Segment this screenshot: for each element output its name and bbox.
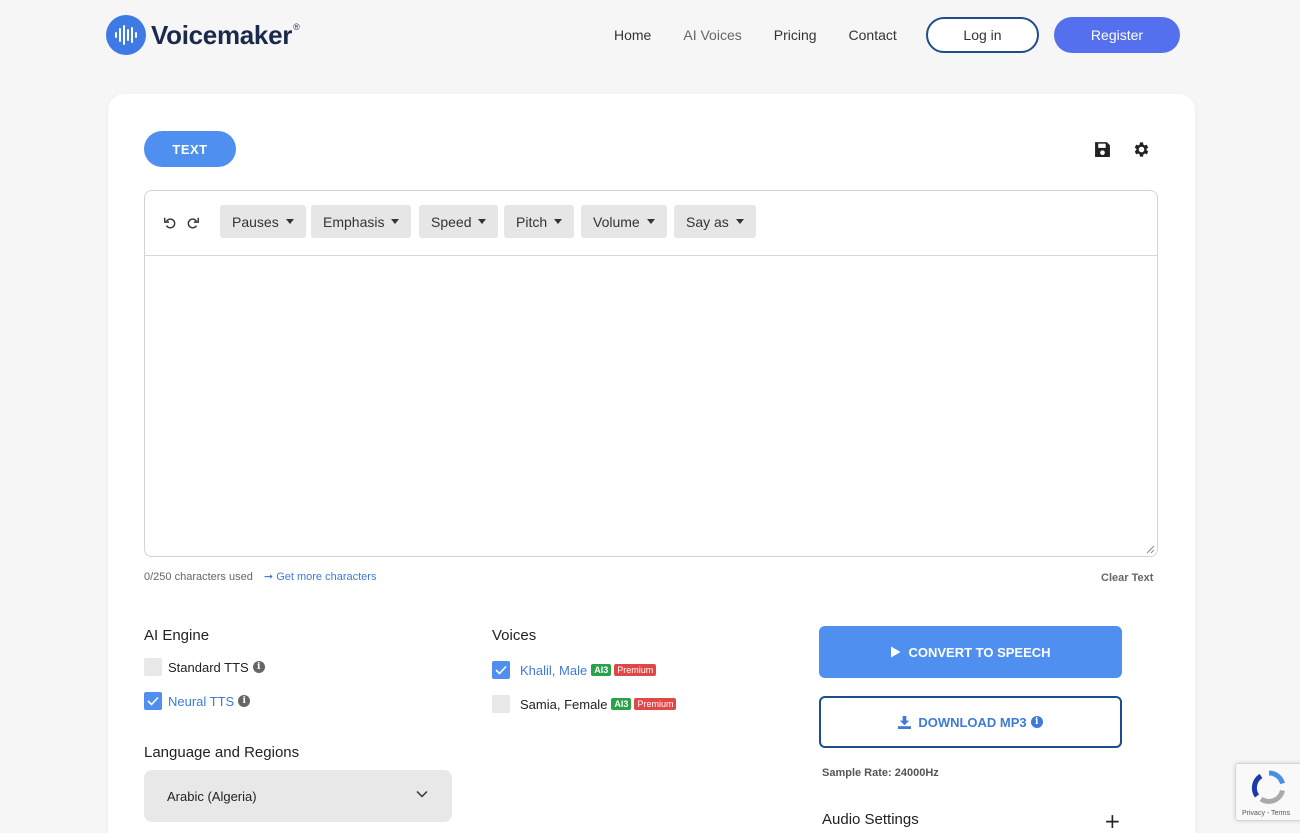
registered-mark: ® — [293, 22, 300, 32]
redo-icon[interactable] — [185, 215, 201, 231]
standard-tts-checkbox[interactable] — [144, 658, 162, 676]
voice-name: Samia, Female — [520, 696, 608, 712]
ssml-toolbar: Pauses Emphasis Speed Pitch Volume Say a… — [145, 191, 1157, 256]
neural-tts-checkbox[interactable] — [144, 692, 162, 710]
pauses-dropdown[interactable]: Pauses — [220, 205, 306, 238]
chevron-down-icon — [416, 790, 428, 798]
convert-label: CONVERT TO SPEECH — [908, 644, 1051, 660]
caret-down-icon — [554, 219, 563, 224]
say-as-label: Say as — [686, 213, 729, 230]
pitch-label: Pitch — [516, 213, 548, 230]
nav-home[interactable]: Home — [614, 27, 651, 43]
pitch-dropdown[interactable]: Pitch — [504, 205, 575, 238]
sample-rate-text: Sample Rate: 24000Hz — [822, 767, 939, 779]
brand-logo[interactable]: Voicemaker ® — [106, 15, 300, 55]
recaptcha-badge[interactable]: Privacy - Terms — [1235, 763, 1300, 821]
convert-to-speech-button[interactable]: CONVERT TO SPEECH — [819, 626, 1122, 678]
say-as-dropdown[interactable]: Say as — [674, 205, 756, 238]
caret-down-icon — [285, 219, 294, 224]
caret-down-icon — [735, 219, 744, 224]
login-button[interactable]: Log in — [926, 17, 1039, 53]
emphasis-dropdown[interactable]: Emphasis — [311, 205, 412, 238]
get-more-characters-label: Get more characters — [276, 571, 377, 583]
info-icon[interactable]: i — [1030, 716, 1043, 728]
clear-text-button[interactable]: Clear Text — [1101, 572, 1153, 584]
pauses-label: Pauses — [232, 213, 279, 230]
char-count-text: 0/250 characters used — [144, 571, 253, 583]
caret-down-icon — [646, 219, 655, 224]
play-icon — [891, 646, 901, 658]
recaptcha-icon — [1251, 770, 1285, 804]
volume-dropdown[interactable]: Volume — [581, 205, 667, 238]
checkmark-icon — [495, 665, 507, 675]
voice-option-khalil[interactable]: Khalil, Male AI3 Premium — [492, 661, 657, 679]
info-icon[interactable]: i — [238, 695, 251, 707]
tab-text[interactable]: TEXT — [144, 131, 236, 167]
register-button[interactable]: Register — [1054, 17, 1180, 53]
get-more-characters-link[interactable]: ➞ Get more characters — [264, 571, 377, 583]
undo-icon[interactable] — [162, 215, 178, 231]
save-icon[interactable] — [1092, 139, 1112, 159]
premium-badge: Premium — [614, 664, 657, 676]
neural-tts-option[interactable]: Neural TTS i — [144, 692, 251, 710]
language-label: Language and Regions — [144, 744, 300, 761]
speed-dropdown[interactable]: Speed — [419, 205, 499, 238]
waveform-icon — [106, 15, 146, 55]
nav-contact[interactable]: Contact — [849, 27, 897, 43]
nav-ai-voices[interactable]: AI Voices — [683, 27, 741, 43]
caret-down-icon — [478, 219, 487, 224]
checkmark-icon — [147, 696, 159, 706]
audio-settings-label[interactable]: Audio Settings — [822, 811, 919, 828]
voice-checkbox[interactable] — [492, 661, 510, 679]
voice-checkbox[interactable] — [492, 695, 510, 713]
neural-tts-label: Neural TTS — [168, 693, 235, 709]
ai-engine-label: AI Engine — [144, 627, 210, 644]
emphasis-label: Emphasis — [323, 213, 385, 230]
caret-down-icon — [391, 219, 400, 224]
nav-pricing[interactable]: Pricing — [774, 27, 817, 43]
gear-icon[interactable] — [1131, 139, 1151, 159]
voices-label: Voices — [492, 627, 537, 644]
main-nav: Home AI Voices Pricing Contact — [614, 17, 929, 53]
volume-label: Volume — [593, 213, 640, 230]
download-label: DOWNLOAD MP3 — [918, 714, 1027, 730]
ai-version-badge: AI3 — [591, 664, 612, 676]
resize-handle-icon[interactable] — [1145, 544, 1155, 554]
language-selected-value: Arabic (Algeria) — [167, 788, 257, 804]
speed-label: Speed — [431, 213, 472, 230]
standard-tts-label: Standard TTS — [168, 659, 249, 675]
brand-name: Voicemaker — [151, 19, 293, 50]
premium-badge: Premium — [634, 698, 677, 710]
expand-plus-icon[interactable]: + — [1104, 809, 1121, 833]
voice-name: Khalil, Male — [520, 662, 588, 678]
download-mp3-button[interactable]: DOWNLOAD MP3 i — [819, 696, 1122, 748]
download-icon — [898, 715, 912, 729]
voice-option-samia[interactable]: Samia, Female AI3 Premium — [492, 695, 677, 713]
tts-card: TEXT Pauses Emphasis Speed Pitch Volume … — [108, 94, 1195, 833]
language-select[interactable]: Arabic (Algeria) — [144, 770, 452, 822]
recaptcha-privacy-terms[interactable]: Privacy - Terms — [1242, 810, 1290, 817]
standard-tts-option[interactable]: Standard TTS i — [144, 658, 265, 676]
info-icon[interactable]: i — [252, 661, 265, 673]
char-counter: 0/250 characters used ➞ Get more charact… — [144, 570, 376, 583]
text-editor[interactable]: Pauses Emphasis Speed Pitch Volume Say a… — [144, 190, 1158, 557]
ai-version-badge: AI3 — [611, 698, 632, 710]
